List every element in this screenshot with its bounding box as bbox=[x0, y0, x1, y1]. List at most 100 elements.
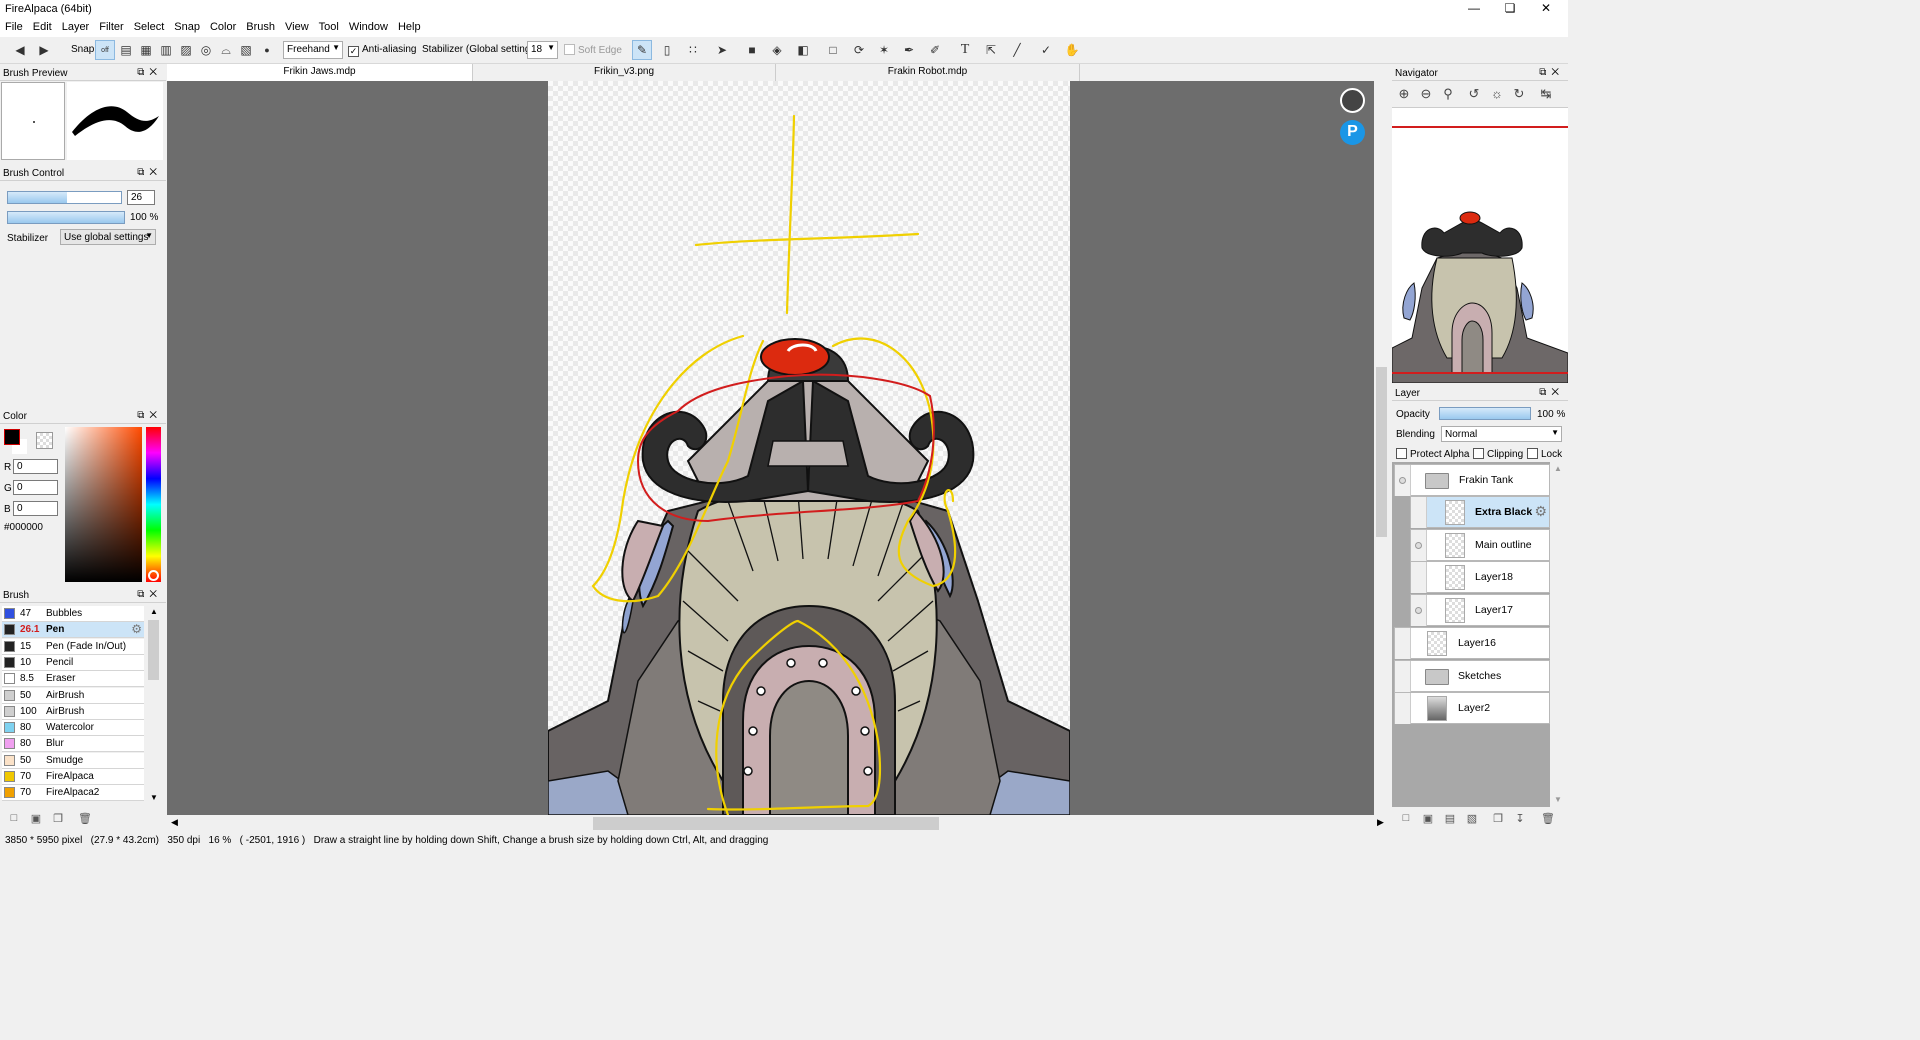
menu-view[interactable]: View bbox=[280, 18, 314, 33]
visibility-toggle[interactable] bbox=[1395, 465, 1411, 496]
new-folder-icon[interactable]: ▧ bbox=[1465, 812, 1479, 826]
hue-handle[interactable] bbox=[148, 570, 159, 581]
brush-list-scrollbar[interactable]: ▲ ▼ bbox=[147, 607, 160, 803]
snap-point-icon[interactable]: ● bbox=[257, 40, 277, 60]
menu-color[interactable]: Color bbox=[205, 18, 241, 33]
layer-row-main-outline[interactable]: Main outline bbox=[1410, 529, 1550, 561]
new-1bit-layer-icon[interactable]: ▤ bbox=[1443, 812, 1457, 826]
visibility-toggle[interactable] bbox=[1411, 562, 1427, 593]
gear-icon[interactable]: ⚙ bbox=[1534, 503, 1547, 520]
vertical-scrollbar[interactable] bbox=[1374, 81, 1389, 815]
divide-tool-icon[interactable]: ╱ bbox=[1007, 40, 1027, 60]
v-scroll-thumb[interactable] bbox=[1376, 367, 1387, 537]
magic-wand-icon[interactable]: ✶ bbox=[874, 40, 894, 60]
saturation-value-picker[interactable] bbox=[65, 427, 142, 582]
lasso-tool-icon[interactable]: ⟳ bbox=[849, 40, 869, 60]
stabilizer-select[interactable]: 18 ▼ bbox=[527, 41, 558, 59]
snap-vanishing-icon[interactable]: ▨ bbox=[176, 40, 196, 60]
horizontal-scrollbar[interactable]: ◀ ▶ bbox=[167, 815, 1389, 832]
brush-stabilizer-select[interactable]: Use global settings ▼ bbox=[60, 229, 156, 245]
antialias-checkbox[interactable]: ✓ Anti-aliasing bbox=[348, 44, 416, 57]
draw-mode-select[interactable]: Freehand ▼ bbox=[283, 41, 343, 59]
brush-opacity-slider[interactable] bbox=[7, 211, 125, 224]
select-pen-icon[interactable]: ✒ bbox=[899, 40, 919, 60]
zoom-in-icon[interactable]: ⊕ bbox=[1396, 86, 1412, 102]
prev-frame-icon[interactable]: ◀ bbox=[10, 40, 30, 60]
visibility-toggle[interactable] bbox=[1395, 693, 1411, 724]
alpaca-icon[interactable] bbox=[1340, 88, 1365, 113]
transparent-color-swatch[interactable] bbox=[36, 432, 53, 449]
menu-tool[interactable]: Tool bbox=[314, 18, 344, 33]
menu-help[interactable]: Help bbox=[393, 18, 426, 33]
brush-item[interactable]: 50 AirBrush bbox=[2, 687, 144, 704]
pixiv-icon[interactable]: P bbox=[1340, 120, 1365, 145]
panel-controls-icon[interactable]: ⧉✕ bbox=[137, 167, 162, 178]
snap-off-button[interactable]: off bbox=[95, 40, 115, 60]
b-field[interactable]: 0 bbox=[13, 501, 58, 516]
hand-tool-icon[interactable]: ✋ bbox=[1062, 40, 1082, 60]
restore-button[interactable]: ❏ bbox=[1492, 0, 1528, 18]
brush-item[interactable]: 8.5 Eraser bbox=[2, 671, 144, 688]
close-window-button[interactable]: ✕ bbox=[1528, 0, 1564, 18]
brush-item[interactable]: 100 AirBrush bbox=[2, 703, 144, 720]
layer-row-layer2[interactable]: Layer2 bbox=[1394, 692, 1550, 724]
rotate-left-icon[interactable]: ↺ bbox=[1466, 86, 1482, 102]
menu-edit[interactable]: Edit bbox=[28, 18, 57, 33]
flip-icon[interactable]: ↹ bbox=[1538, 86, 1554, 102]
scroll-up-icon[interactable]: ▲ bbox=[1554, 464, 1562, 473]
new-layer-icon[interactable]: □ bbox=[1399, 812, 1413, 826]
gradient-tool-icon[interactable]: ◧ bbox=[793, 40, 813, 60]
visibility-toggle[interactable] bbox=[1411, 530, 1427, 561]
menu-window[interactable]: Window bbox=[344, 18, 393, 33]
menu-filter[interactable]: Filter bbox=[94, 18, 128, 33]
tab-frikin-jaws[interactable]: Frikin Jaws.mdp bbox=[167, 64, 473, 81]
select-eraser-icon[interactable]: ✐ bbox=[925, 40, 945, 60]
lock-checkbox[interactable]: Lock bbox=[1527, 448, 1562, 460]
pen-tool-icon[interactable]: ✎ bbox=[632, 40, 652, 60]
duplicate-brush-icon[interactable]: ❐ bbox=[51, 812, 65, 826]
visibility-toggle[interactable] bbox=[1411, 595, 1427, 626]
menu-snap[interactable]: Snap bbox=[169, 18, 205, 33]
fill-tool-icon[interactable]: ■ bbox=[742, 40, 762, 60]
delete-layer-icon[interactable]: 🗑 bbox=[1541, 812, 1555, 826]
merge-down-icon[interactable]: ↧ bbox=[1513, 812, 1527, 826]
menu-select[interactable]: Select bbox=[129, 18, 170, 33]
delete-brush-icon[interactable]: 🗑 bbox=[78, 812, 92, 826]
tab-frakin-robot[interactable]: Frakin Robot.mdp bbox=[776, 64, 1080, 81]
eraser-tool-icon[interactable]: ▯ bbox=[657, 40, 677, 60]
scroll-down-icon[interactable]: ▼ bbox=[1554, 795, 1562, 804]
open-folder-icon[interactable]: ▣ bbox=[29, 812, 43, 826]
visibility-toggle[interactable] bbox=[1395, 628, 1411, 659]
rotate-reset-icon[interactable]: ☼ bbox=[1489, 86, 1505, 102]
panel-controls-icon[interactable]: ⧉✕ bbox=[1539, 387, 1564, 398]
layer-row-layer17[interactable]: Layer17 bbox=[1410, 594, 1550, 626]
protect-alpha-checkbox[interactable]: Protect Alpha bbox=[1396, 448, 1469, 460]
select-rect-icon[interactable]: □ bbox=[823, 40, 843, 60]
next-frame-icon[interactable]: ▶ bbox=[34, 40, 54, 60]
softedge-checkbox[interactable]: Soft Edge bbox=[564, 44, 622, 56]
operation-tool-icon[interactable]: ⇱ bbox=[981, 40, 1001, 60]
menu-brush[interactable]: Brush bbox=[241, 18, 280, 33]
new-8bit-layer-icon[interactable]: ▣ bbox=[1421, 812, 1435, 826]
eyedropper-icon[interactable]: ✓ bbox=[1036, 40, 1056, 60]
snap-circle-icon[interactable]: ◎ bbox=[196, 40, 216, 60]
brush-item[interactable]: 70 FireAlpaca2 bbox=[2, 785, 144, 802]
layer-row-extra-black[interactable]: Extra Black ⚙ bbox=[1410, 496, 1550, 528]
gear-icon[interactable]: ⚙ bbox=[131, 622, 142, 636]
panel-controls-icon[interactable]: ⧉✕ bbox=[137, 589, 162, 600]
primary-color-swatch[interactable] bbox=[4, 429, 20, 445]
brush-size-field[interactable]: 26 bbox=[127, 190, 155, 205]
scroll-up-icon[interactable]: ▲ bbox=[150, 607, 158, 616]
h-scroll-thumb[interactable] bbox=[593, 817, 939, 830]
clipping-checkbox[interactable]: Clipping bbox=[1473, 448, 1523, 460]
brush-item[interactable]: 70 FireAlpaca bbox=[2, 769, 144, 785]
blending-select[interactable]: Normal ▼ bbox=[1441, 426, 1562, 442]
hue-slider[interactable] bbox=[146, 427, 161, 582]
menu-file[interactable]: File bbox=[0, 18, 28, 33]
zoom-out-icon[interactable]: ⊖ bbox=[1418, 86, 1434, 102]
layer-list-scrollbar[interactable]: ▲ ▼ bbox=[1552, 462, 1565, 807]
r-field[interactable]: 0 bbox=[13, 459, 58, 474]
panel-controls-icon[interactable]: ⧉✕ bbox=[1539, 67, 1564, 78]
text-tool-icon[interactable]: T bbox=[955, 40, 975, 60]
scroll-thumb[interactable] bbox=[148, 620, 159, 680]
